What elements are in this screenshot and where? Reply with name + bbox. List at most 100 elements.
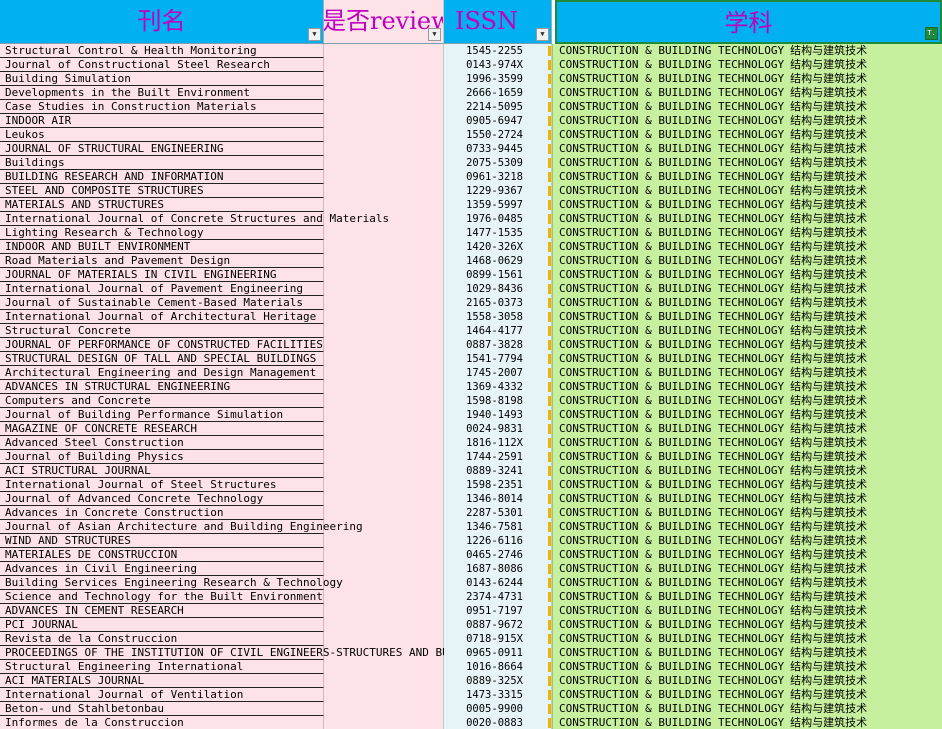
journal-title-cell[interactable]: Buildings xyxy=(0,156,324,170)
review-cell[interactable] xyxy=(324,338,444,352)
issn-cell[interactable]: 2287-5301 xyxy=(444,506,552,520)
issn-cell[interactable]: 1745-2007 xyxy=(444,366,552,380)
review-cell[interactable] xyxy=(324,688,444,702)
subject-cell[interactable]: CONSTRUCTION & BUILDING TECHNOLOGY 结构与建筑技… xyxy=(552,604,942,618)
journal-title-cell[interactable]: JOURNAL OF STRUCTURAL ENGINEERING xyxy=(0,142,324,156)
journal-title-cell[interactable]: Journal of Sustainable Cement-Based Mate… xyxy=(0,296,324,310)
journal-title-cell[interactable]: ACI STRUCTURAL JOURNAL xyxy=(0,464,324,478)
journal-title-cell[interactable]: WIND AND STRUCTURES xyxy=(0,534,324,548)
journal-title-cell[interactable]: International Journal of Steel Structure… xyxy=(0,478,324,492)
filter-dropdown-icon[interactable]: ▼ xyxy=(428,28,441,41)
review-cell[interactable] xyxy=(324,660,444,674)
issn-cell[interactable]: 1468-0629 xyxy=(444,254,552,268)
review-cell[interactable] xyxy=(324,254,444,268)
subject-cell[interactable]: CONSTRUCTION & BUILDING TECHNOLOGY 结构与建筑技… xyxy=(552,436,942,450)
subject-cell[interactable]: CONSTRUCTION & BUILDING TECHNOLOGY 结构与建筑技… xyxy=(552,394,942,408)
header-issn[interactable]: ISSN ▼ xyxy=(444,0,552,44)
subject-cell[interactable]: CONSTRUCTION & BUILDING TECHNOLOGY 结构与建筑技… xyxy=(552,534,942,548)
issn-cell[interactable]: 1996-3599 xyxy=(444,72,552,86)
review-cell[interactable] xyxy=(324,618,444,632)
review-cell[interactable] xyxy=(324,548,444,562)
review-cell[interactable] xyxy=(324,534,444,548)
issn-cell[interactable]: 0733-9445 xyxy=(444,142,552,156)
review-cell[interactable] xyxy=(324,408,444,422)
review-cell[interactable] xyxy=(324,702,444,716)
journal-title-cell[interactable]: ACI MATERIALS JOURNAL xyxy=(0,674,324,688)
review-cell[interactable] xyxy=(324,184,444,198)
review-cell[interactable] xyxy=(324,86,444,100)
review-cell[interactable] xyxy=(324,44,444,58)
journal-title-cell[interactable]: Structural Engineering International xyxy=(0,660,324,674)
journal-title-cell[interactable]: Computers and Concrete xyxy=(0,394,324,408)
review-cell[interactable] xyxy=(324,422,444,436)
review-cell[interactable] xyxy=(324,506,444,520)
journal-title-cell[interactable]: Leukos xyxy=(0,128,324,142)
subject-cell[interactable]: CONSTRUCTION & BUILDING TECHNOLOGY 结构与建筑技… xyxy=(552,310,942,324)
journal-title-cell[interactable]: International Journal of Architectural H… xyxy=(0,310,324,324)
journal-title-cell[interactable]: Advances in Concrete Construction xyxy=(0,506,324,520)
review-cell[interactable] xyxy=(324,492,444,506)
journal-title-cell[interactable]: MAGAZINE OF CONCRETE RESEARCH xyxy=(0,422,324,436)
issn-cell[interactable]: 0024-9831 xyxy=(444,422,552,436)
journal-title-cell[interactable]: STRUCTURAL DESIGN OF TALL AND SPECIAL BU… xyxy=(0,352,324,366)
journal-title-cell[interactable]: MATERIALS AND STRUCTURES xyxy=(0,198,324,212)
review-cell[interactable] xyxy=(324,296,444,310)
issn-cell[interactable]: 0965-0911 xyxy=(444,646,552,660)
subject-cell[interactable]: CONSTRUCTION & BUILDING TECHNOLOGY 结构与建筑技… xyxy=(552,366,942,380)
issn-cell[interactable]: 1464-4177 xyxy=(444,324,552,338)
issn-cell[interactable]: 1816-112X xyxy=(444,436,552,450)
subject-cell[interactable]: CONSTRUCTION & BUILDING TECHNOLOGY 结构与建筑技… xyxy=(552,170,942,184)
issn-cell[interactable]: 1477-1535 xyxy=(444,226,552,240)
journal-title-cell[interactable]: Architectural Engineering and Design Man… xyxy=(0,366,324,380)
subject-cell[interactable]: CONSTRUCTION & BUILDING TECHNOLOGY 结构与建筑技… xyxy=(552,72,942,86)
issn-cell[interactable]: 1369-4332 xyxy=(444,380,552,394)
journal-title-cell[interactable]: Developments in the Built Environment xyxy=(0,86,324,100)
issn-cell[interactable]: 1598-2351 xyxy=(444,478,552,492)
review-cell[interactable] xyxy=(324,156,444,170)
issn-cell[interactable]: 0899-1561 xyxy=(444,268,552,282)
subject-cell[interactable]: CONSTRUCTION & BUILDING TECHNOLOGY 结构与建筑技… xyxy=(552,716,942,729)
review-cell[interactable] xyxy=(324,590,444,604)
journal-title-cell[interactable]: PROCEEDINGS OF THE INSTITUTION OF CIVIL … xyxy=(0,646,495,660)
issn-cell[interactable]: 0951-7197 xyxy=(444,604,552,618)
subject-cell[interactable]: CONSTRUCTION & BUILDING TECHNOLOGY 结构与建筑技… xyxy=(552,548,942,562)
issn-cell[interactable]: 1359-5997 xyxy=(444,198,552,212)
subject-cell[interactable]: CONSTRUCTION & BUILDING TECHNOLOGY 结构与建筑技… xyxy=(552,660,942,674)
issn-cell[interactable]: 0961-3218 xyxy=(444,170,552,184)
issn-cell[interactable]: 1541-7794 xyxy=(444,352,552,366)
subject-cell[interactable]: CONSTRUCTION & BUILDING TECHNOLOGY 结构与建筑技… xyxy=(552,296,942,310)
journal-title-cell[interactable]: Journal of Advanced Concrete Technology xyxy=(0,492,324,506)
journal-title-cell[interactable]: Revista de la Construccion xyxy=(0,632,324,646)
subject-cell[interactable]: CONSTRUCTION & BUILDING TECHNOLOGY 结构与建筑技… xyxy=(552,324,942,338)
subject-cell[interactable]: CONSTRUCTION & BUILDING TECHNOLOGY 结构与建筑技… xyxy=(552,338,942,352)
issn-cell[interactable]: 0465-2746 xyxy=(444,548,552,562)
subject-cell[interactable]: CONSTRUCTION & BUILDING TECHNOLOGY 结构与建筑技… xyxy=(552,268,942,282)
issn-cell[interactable]: 0005-9900 xyxy=(444,702,552,716)
subject-cell[interactable]: CONSTRUCTION & BUILDING TECHNOLOGY 结构与建筑技… xyxy=(552,142,942,156)
journal-title-cell[interactable]: Science and Technology for the Built Env… xyxy=(0,590,324,604)
review-cell[interactable] xyxy=(324,282,444,296)
filter-dropdown-icon[interactable]: ▼ xyxy=(536,28,549,41)
filter-active-icon[interactable]: T. xyxy=(925,27,938,40)
review-cell[interactable] xyxy=(324,240,444,254)
journal-title-cell[interactable]: Lighting Research & Technology xyxy=(0,226,324,240)
journal-title-cell[interactable]: Case Studies in Construction Materials xyxy=(0,100,324,114)
journal-title-cell[interactable]: Structural Control & Health Monitoring xyxy=(0,44,324,58)
subject-cell[interactable]: CONSTRUCTION & BUILDING TECHNOLOGY 结构与建筑技… xyxy=(552,576,942,590)
review-cell[interactable] xyxy=(324,170,444,184)
issn-cell[interactable]: 1346-7581 xyxy=(444,520,552,534)
issn-cell[interactable]: 1940-1493 xyxy=(444,408,552,422)
review-cell[interactable] xyxy=(324,464,444,478)
subject-cell[interactable]: CONSTRUCTION & BUILDING TECHNOLOGY 结构与建筑技… xyxy=(552,478,942,492)
issn-cell[interactable]: 1558-3058 xyxy=(444,310,552,324)
review-cell[interactable] xyxy=(324,310,444,324)
issn-cell[interactable]: 0887-9672 xyxy=(444,618,552,632)
filter-dropdown-icon[interactable]: ▼ xyxy=(308,28,321,41)
issn-cell[interactable]: 1473-3315 xyxy=(444,688,552,702)
header-journal[interactable]: 刊名 ▼ xyxy=(0,0,324,44)
subject-cell[interactable]: CONSTRUCTION & BUILDING TECHNOLOGY 结构与建筑技… xyxy=(552,226,942,240)
journal-title-cell[interactable]: Road Materials and Pavement Design xyxy=(0,254,324,268)
journal-title-cell[interactable]: Journal of Building Performance Simulati… xyxy=(0,408,324,422)
review-cell[interactable] xyxy=(324,58,444,72)
subject-cell[interactable]: CONSTRUCTION & BUILDING TECHNOLOGY 结构与建筑技… xyxy=(552,702,942,716)
